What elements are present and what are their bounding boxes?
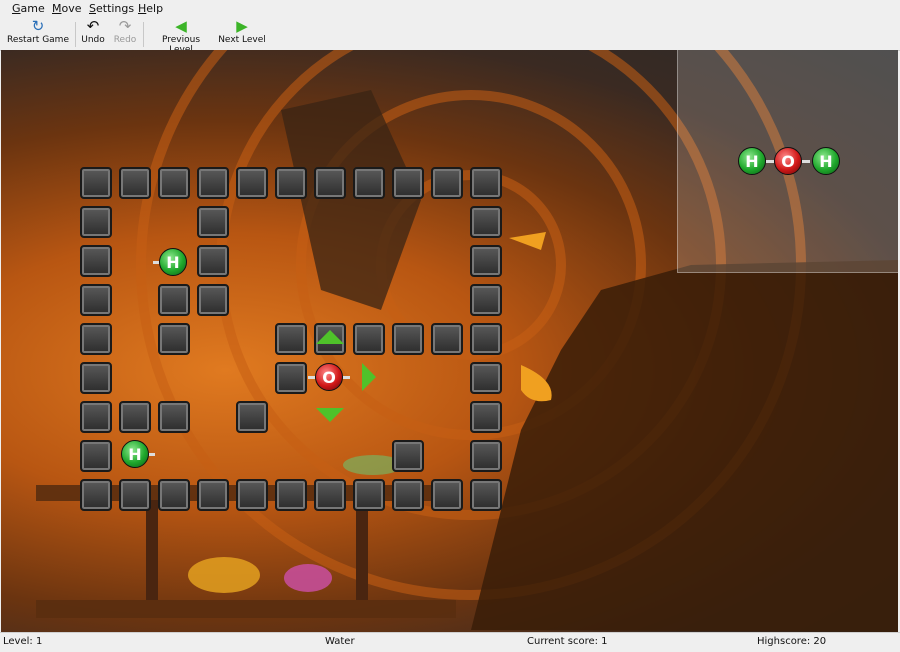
move-down-arrow-icon[interactable] (316, 408, 344, 422)
wall-block (80, 440, 112, 472)
wall-block (119, 167, 151, 199)
wall-block (119, 401, 151, 433)
wall-block (470, 479, 502, 511)
current-score: Current score: 1 (527, 636, 608, 647)
undo-button[interactable]: ↶ Undo (80, 17, 106, 50)
wall-block (197, 167, 229, 199)
wall-block (158, 167, 190, 199)
restart-icon: ↻ (31, 17, 45, 35)
wall-block (314, 167, 346, 199)
wall-block (392, 440, 424, 472)
wall-block (431, 323, 463, 355)
wall-block (236, 479, 268, 511)
wall-block (275, 479, 307, 511)
wall-block (470, 440, 502, 472)
menu-help[interactable]: Help (138, 2, 163, 15)
wall-block (275, 167, 307, 199)
wall-block (353, 167, 385, 199)
wall-block (80, 206, 112, 238)
preview-hydrogen-atom: H (812, 147, 840, 175)
wall-block (392, 479, 424, 511)
wall-block (197, 206, 229, 238)
wall-block (431, 479, 463, 511)
wall-block (197, 284, 229, 316)
wall-block (80, 323, 112, 355)
undo-icon: ↶ (86, 17, 100, 35)
wall-block (80, 245, 112, 277)
atom-bond-stub (149, 453, 155, 456)
preview-bond (766, 160, 774, 163)
wall-block (470, 206, 502, 238)
wall-block (392, 323, 424, 355)
wall-block (80, 401, 112, 433)
wall-block (470, 323, 502, 355)
wall-block (80, 167, 112, 199)
preview-bond (802, 160, 810, 163)
undo-label: Undo (81, 35, 105, 45)
wall-block (470, 245, 502, 277)
move-right-arrow-icon[interactable] (362, 363, 376, 391)
wall-block (158, 323, 190, 355)
previous-arrow-icon: ◀ (175, 17, 187, 35)
hydrogen-atom[interactable]: H (159, 248, 187, 276)
wall-block (158, 401, 190, 433)
wall-block (353, 479, 385, 511)
preview-hydrogen-atom: H (738, 147, 766, 175)
wall-block (236, 401, 268, 433)
restart-label: Restart Game (6, 35, 69, 45)
next-level-button[interactable]: ▶ Next Level (218, 17, 266, 50)
wall-block (197, 479, 229, 511)
wall-block (158, 284, 190, 316)
atom-bond-stub (153, 261, 159, 264)
next-level-label: Next Level (218, 35, 266, 45)
wall-block (236, 167, 268, 199)
statusbar: Level: 1 Water Current score: 1 Highscor… (0, 632, 900, 652)
wall-block (80, 479, 112, 511)
menubar: Game Move Settings Help (0, 0, 900, 17)
level-status: Level: 1 (3, 636, 43, 647)
toolbar-separator (143, 22, 144, 47)
menu-move[interactable]: Move (52, 2, 82, 15)
wall-block (470, 401, 502, 433)
wall-block (119, 479, 151, 511)
wall-block (275, 323, 307, 355)
menu-settings[interactable]: Settings (89, 2, 134, 15)
molecule-preview: H O H (677, 50, 898, 273)
redo-button[interactable]: ↷ Redo (112, 17, 138, 50)
atom-bond-stub (343, 376, 350, 379)
wall-block (470, 167, 502, 199)
redo-icon: ↷ (118, 17, 132, 35)
wall-block (314, 479, 346, 511)
wall-block (80, 362, 112, 394)
wall-block (275, 362, 307, 394)
redo-label: Redo (113, 35, 137, 45)
molecule-name: Water (325, 636, 355, 647)
toolbar-separator (75, 22, 76, 47)
hydrogen-atom[interactable]: H (121, 440, 149, 468)
wall-block (392, 167, 424, 199)
wall-block (470, 362, 502, 394)
wall-block (197, 245, 229, 277)
wall-block (431, 167, 463, 199)
game-board: H O H H H O (1, 50, 898, 632)
preview-oxygen-atom: O (774, 147, 802, 175)
wall-block (470, 284, 502, 316)
wall-block (158, 479, 190, 511)
atom-bond-stub (308, 376, 315, 379)
move-up-arrow-icon[interactable] (316, 330, 344, 344)
previous-level-button[interactable]: ◀ Previous Level (150, 17, 212, 55)
menu-game[interactable]: Game (12, 2, 45, 15)
wall-block (80, 284, 112, 316)
toolbar: ↻ Restart Game ↶ Undo ↷ Redo ◀ Previous … (0, 17, 900, 55)
oxygen-atom[interactable]: O (315, 363, 343, 391)
wall-block (353, 323, 385, 355)
next-arrow-icon: ▶ (236, 17, 248, 35)
highscore: Highscore: 20 (757, 636, 827, 647)
restart-game-button[interactable]: ↻ Restart Game (6, 17, 70, 50)
